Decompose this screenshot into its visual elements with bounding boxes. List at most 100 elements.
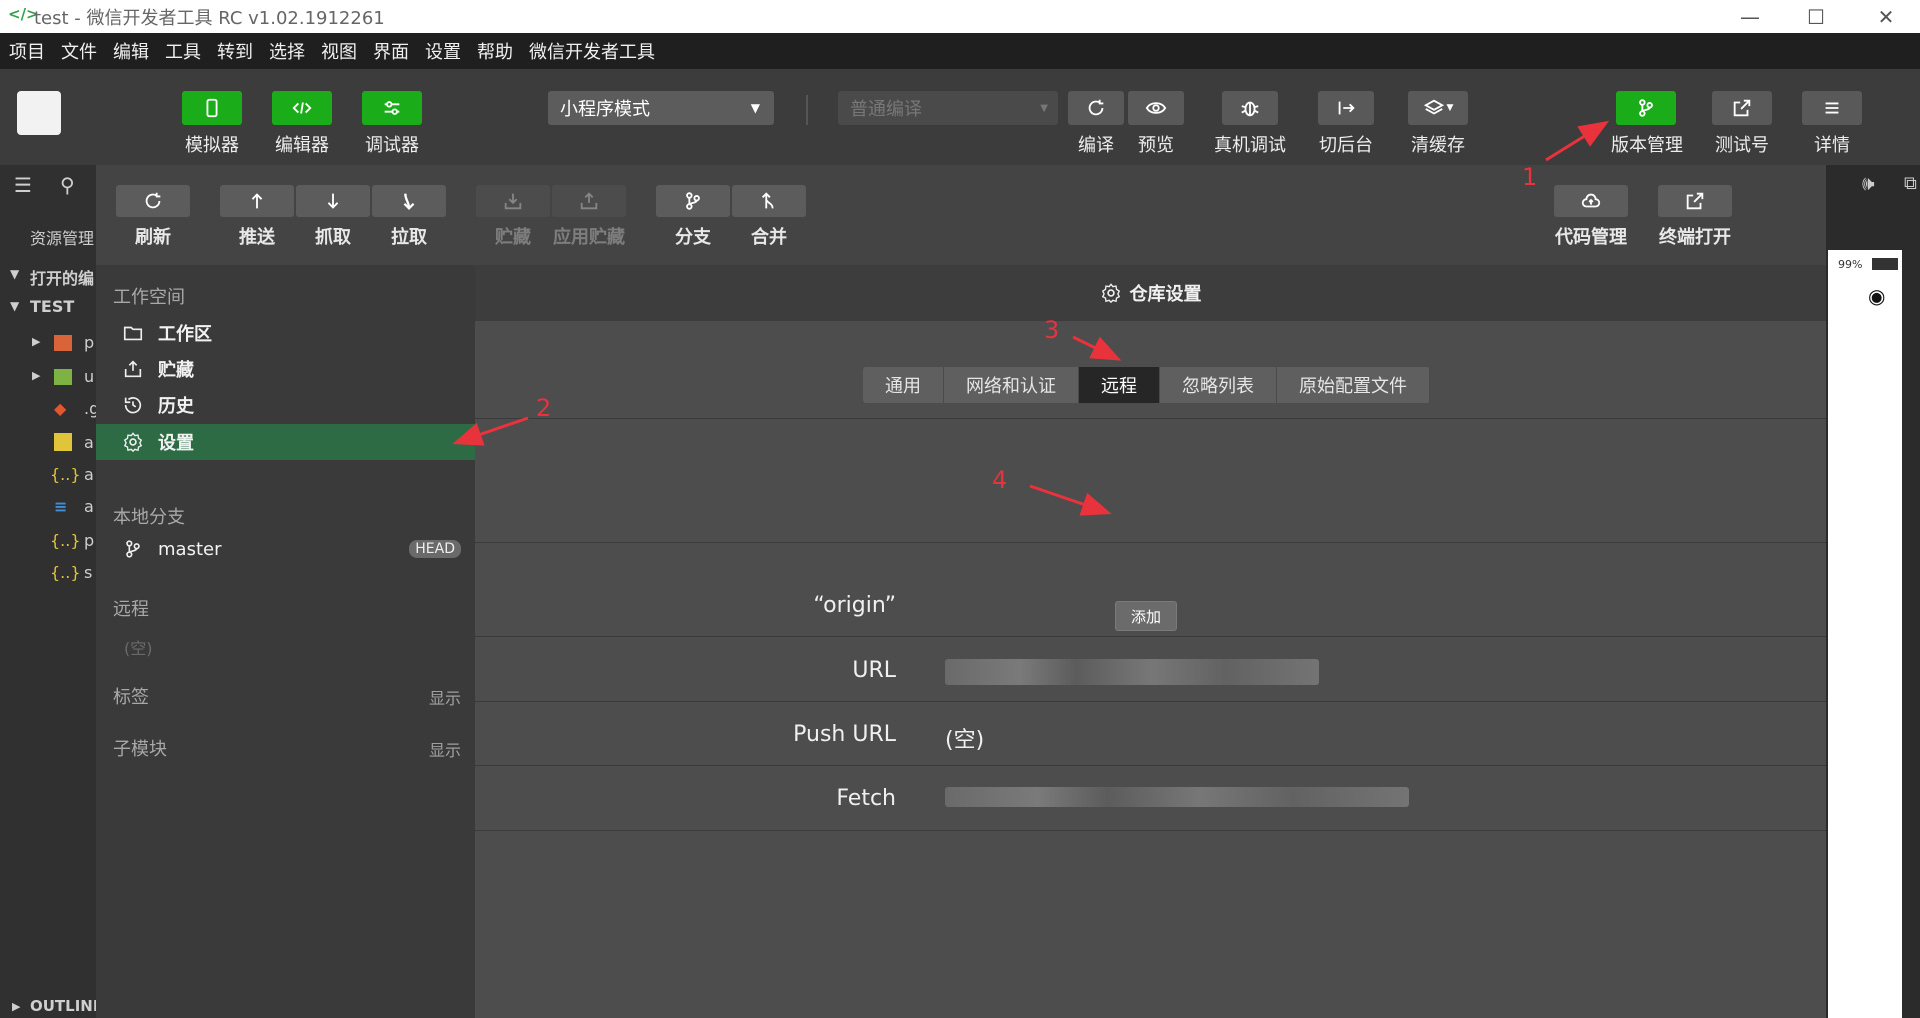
repo-settings: 仓库设置 通用 网络和认证 远程 忽略列表 原始配置文件 添加 “origin”… — [475, 265, 1826, 1018]
compile-button[interactable] — [1068, 91, 1124, 125]
maximize-icon[interactable]: ☐ — [1786, 0, 1846, 33]
code-manage-button[interactable] — [1554, 185, 1628, 217]
refresh-button[interactable] — [116, 185, 190, 217]
divider — [475, 542, 1826, 543]
folder-icon — [54, 335, 72, 351]
menu-item-settings[interactable]: 设置 — [416, 38, 468, 64]
chevron-right-icon: ▶ — [32, 369, 41, 382]
window-icon[interactable]: ⧉ — [1904, 173, 1917, 194]
file-item[interactable]: u — [84, 367, 94, 386]
fetch-label: Fetch — [836, 786, 896, 811]
test-account-button[interactable] — [1712, 91, 1772, 125]
close-icon[interactable]: ✕ — [1856, 0, 1916, 33]
real-debug-label: 真机调试 — [1214, 135, 1286, 156]
tab-raw-config[interactable]: 原始配置文件 — [1277, 367, 1430, 403]
sidebar-item-workspace[interactable]: 工作区 — [96, 315, 475, 351]
history-icon — [124, 397, 142, 414]
stash-button[interactable] — [476, 185, 550, 217]
submodule-show-link[interactable]: 显示 — [429, 737, 461, 761]
battery-text: 99% — [1838, 258, 1863, 271]
url-value-blurred[interactable] — [945, 659, 1319, 685]
tab-general[interactable]: 通用 — [863, 367, 944, 403]
code-icon — [292, 102, 312, 114]
menu-item-wechat-devtools[interactable]: 微信开发者工具 — [520, 38, 662, 64]
menu-item-interface[interactable]: 界面 — [364, 38, 416, 64]
compile-mode-select[interactable]: 普通编译 ▼ — [838, 91, 1058, 125]
sidebar-item-stash[interactable]: 贮藏 — [96, 351, 475, 387]
compile-label: 编译 — [1078, 135, 1114, 156]
push-url-label: Push URL — [793, 722, 896, 747]
merge-button[interactable] — [732, 185, 806, 217]
menu-item-help[interactable]: 帮助 — [468, 38, 520, 64]
mode-select[interactable]: 小程序模式 ▼ — [548, 91, 774, 125]
file-item[interactable]: a — [84, 433, 94, 452]
gear-icon — [1101, 283, 1120, 304]
fetch-button[interactable] — [296, 185, 370, 217]
file-item[interactable]: s — [84, 563, 92, 582]
merge-icon — [761, 192, 774, 209]
project-title[interactable]: TEST — [30, 297, 74, 316]
menu-item-tools[interactable]: 工具 — [156, 38, 208, 64]
debugger-button[interactable] — [362, 91, 422, 125]
clear-cache-button[interactable]: ▼ — [1408, 91, 1468, 125]
pull-button[interactable] — [372, 185, 446, 217]
folder-icon — [54, 369, 72, 385]
capsule-close-icon[interactable]: ◉ — [1868, 284, 1885, 308]
avatar[interactable] — [17, 91, 61, 135]
apply-stash-button[interactable] — [552, 185, 626, 217]
menu-item-selection[interactable]: 选择 — [260, 38, 312, 64]
real-debug-button[interactable] — [1222, 91, 1278, 125]
editor-button[interactable] — [272, 91, 332, 125]
tab-remote[interactable]: 远程 — [1079, 367, 1160, 403]
version-control-button[interactable] — [1616, 91, 1676, 125]
search-icon[interactable]: ⚲ — [60, 173, 75, 197]
minimize-icon[interactable]: — — [1720, 0, 1780, 33]
tab-ignore-list[interactable]: 忽略列表 — [1160, 367, 1277, 403]
file-item[interactable]: p — [84, 531, 94, 550]
tab-network-auth[interactable]: 网络和认证 — [944, 367, 1079, 403]
window-title: test - 微信开发者工具 RC v1.02.1912261 — [34, 8, 385, 29]
menu-item-goto[interactable]: 转到 — [208, 38, 260, 64]
sidebar-item-label: 工作区 — [158, 324, 212, 345]
push-url-value[interactable]: (空) — [945, 722, 984, 754]
menu-bar: 项目 文件 编辑 工具 转到 选择 视图 界面 设置 帮助 微信开发者工具 — [0, 33, 1920, 69]
json-file-icon: {..} — [50, 563, 81, 582]
file-item[interactable]: p — [84, 333, 94, 352]
menu-item-file[interactable]: 文件 — [52, 38, 104, 64]
main-toolbar: 模拟器 编辑器 调试器 小程序模式 ▼ 普通编译 ▼ 编译 预览 真机调试 切后… — [0, 69, 1920, 165]
preview-button[interactable] — [1128, 91, 1184, 125]
local-branch-section-title: 本地分支 — [113, 507, 185, 528]
outline-title[interactable]: OUTLINE — [30, 997, 103, 1015]
push-button[interactable] — [220, 185, 294, 217]
open-editors-title[interactable]: 打开的编 — [30, 265, 94, 289]
list-icon[interactable]: ☰ — [14, 173, 32, 197]
menu-item-view[interactable]: 视图 — [312, 38, 364, 64]
sidebar-item-history[interactable]: 历史 — [96, 387, 475, 423]
menu-item-edit[interactable]: 编辑 — [104, 38, 156, 64]
branch-item-master[interactable]: master HEAD — [96, 531, 475, 567]
branch-button[interactable] — [656, 185, 730, 217]
menu-item-project[interactable]: 项目 — [0, 38, 52, 64]
file-item[interactable]: a — [84, 465, 94, 484]
add-remote-button[interactable]: 添加 — [1115, 601, 1177, 631]
volume-icon[interactable]: 🕪 — [1862, 171, 1875, 195]
simulator-button[interactable] — [182, 91, 242, 125]
tags-show-link[interactable]: 显示 — [429, 685, 461, 709]
background-button[interactable] — [1318, 91, 1374, 125]
compile-mode-value: 普通编译 — [850, 99, 922, 120]
git-branch-icon — [1639, 99, 1653, 117]
sidebar-item-settings[interactable]: 设置 — [96, 424, 475, 460]
merge-label: 合并 — [751, 227, 787, 248]
file-item[interactable]: a — [84, 497, 94, 516]
url-label: URL — [852, 658, 896, 683]
divider — [475, 701, 1826, 702]
branch-name: master — [158, 538, 222, 560]
open-terminal-button[interactable] — [1658, 185, 1732, 217]
details-button[interactable] — [1802, 91, 1862, 125]
phone-screen: 99% ◉ — [1828, 250, 1902, 1018]
resource-manager-title: 资源管理 — [30, 229, 95, 248]
chevron-right-icon: ▶ — [32, 335, 41, 348]
fetch-value-blurred[interactable] — [945, 787, 1409, 807]
settings-tabs: 通用 网络和认证 远程 忽略列表 原始配置文件 — [863, 367, 1430, 403]
remote-section-title: 远程 — [113, 599, 149, 620]
